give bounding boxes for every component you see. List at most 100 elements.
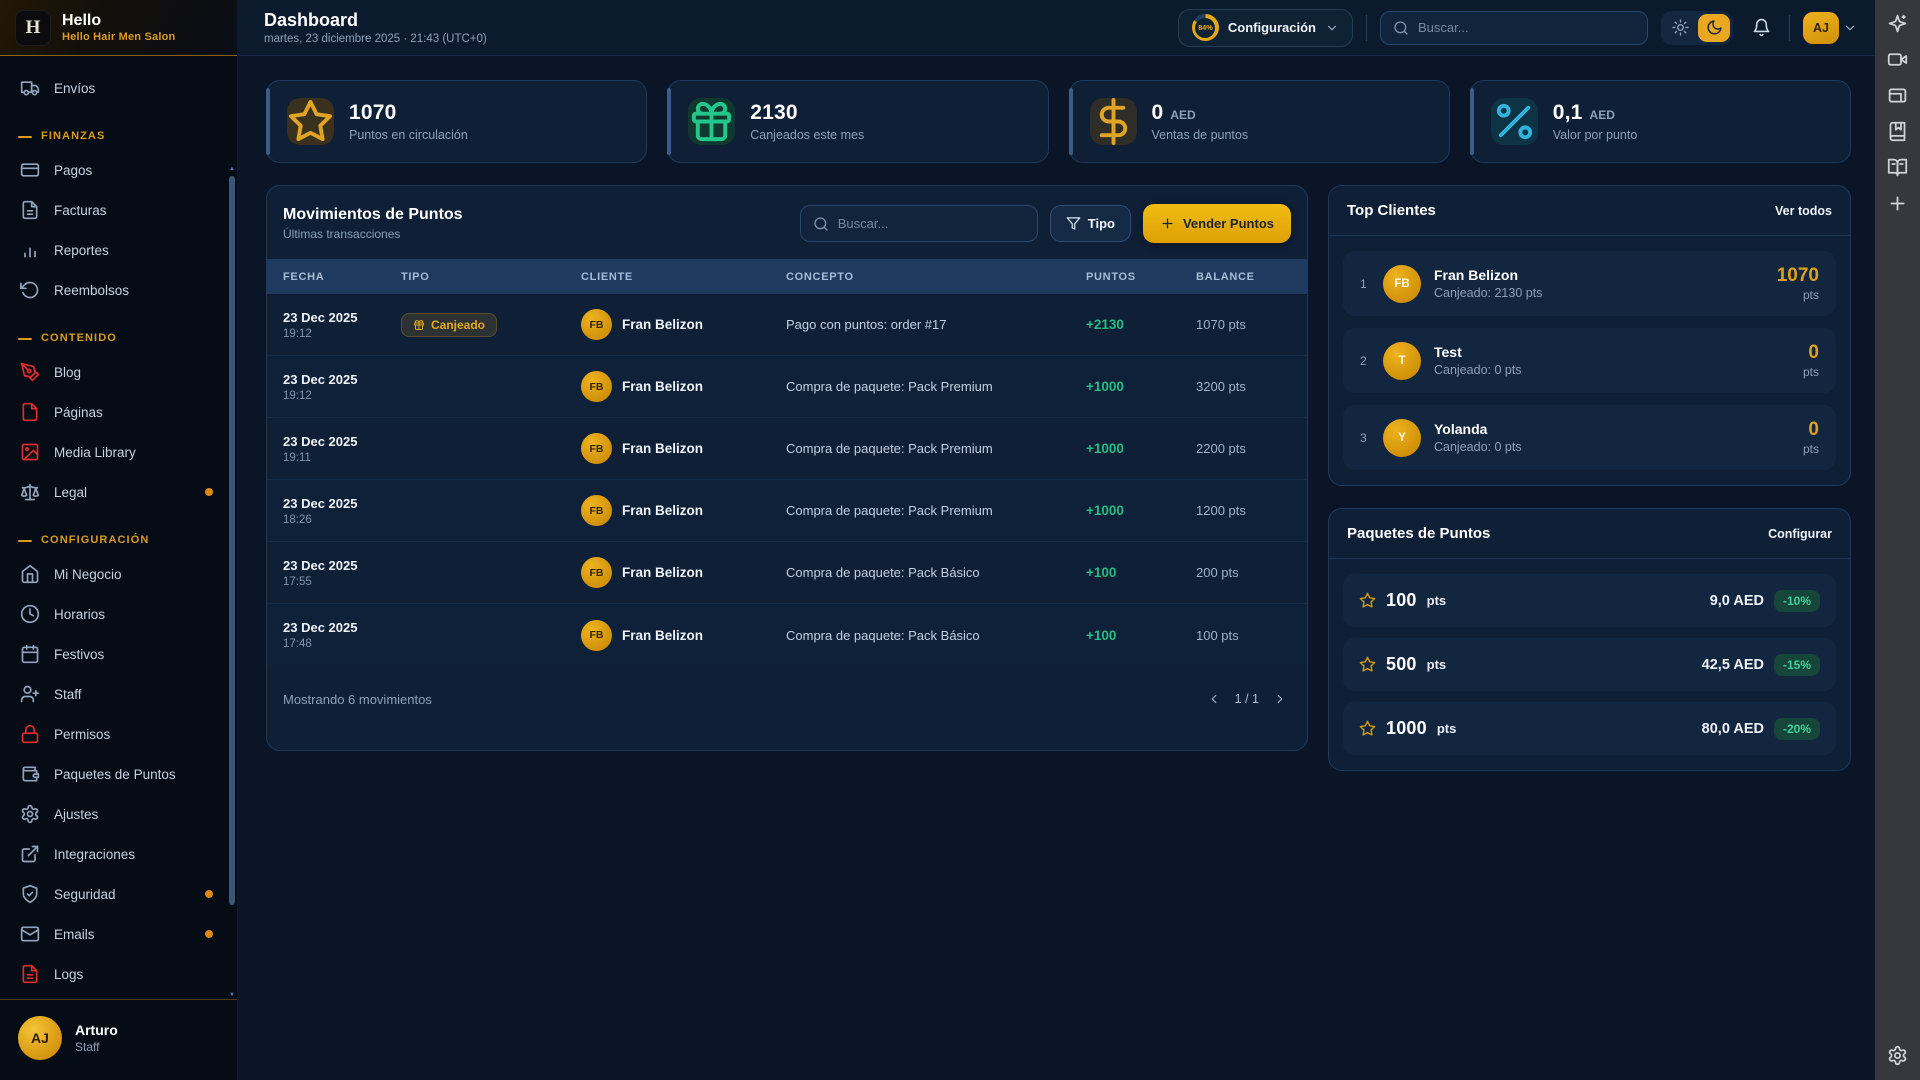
main-area: Dashboard martes, 23 diciembre 2025 · 21…: [238, 0, 1875, 1080]
progress-value: 84%: [1195, 18, 1215, 38]
sidebar-item[interactable]: Mi Negocio: [0, 554, 237, 594]
sidebar-item[interactable]: Media Library: [0, 432, 237, 472]
star-icon: [1359, 592, 1376, 609]
row-time: 19:11: [283, 452, 401, 464]
search-icon: [813, 216, 829, 232]
sidebar-item[interactable]: Horarios: [0, 594, 237, 634]
top-clients-panel: Top Clientes Ver todos 1 FB Fran Belizon…: [1328, 185, 1851, 486]
gear-icon[interactable]: [1887, 1045, 1908, 1066]
stat-label: Puntos en circulación: [349, 128, 468, 142]
tipo-filter-button[interactable]: Tipo: [1050, 205, 1131, 242]
light-mode-button[interactable]: [1664, 14, 1696, 42]
prev-page-button[interactable]: [1203, 688, 1225, 710]
client-avatar: FB: [581, 433, 612, 464]
row-date: 23 Dec 2025: [283, 558, 401, 573]
sidebar-item[interactable]: Pagos: [0, 150, 237, 190]
sidebar-item[interactable]: Festivos: [0, 634, 237, 674]
configuracion-button[interactable]: 84% Configuración: [1178, 9, 1353, 47]
package-item[interactable]: 100 pts 9,0 AED -10%: [1343, 574, 1836, 627]
scroll-up-icon[interactable]: ▲: [228, 166, 236, 172]
package-item[interactable]: 1000 pts 80,0 AED -20%: [1343, 702, 1836, 755]
book-bookmark-icon[interactable]: [1887, 121, 1908, 142]
search-input[interactable]: [1418, 20, 1635, 35]
table-row[interactable]: 23 Dec 2025 19:12 Canjeado FB Fran Beliz…: [267, 294, 1307, 356]
client-avatar: FB: [581, 309, 612, 340]
client-list-item[interactable]: 2 T Test Canjeado: 0 pts 0 pts: [1343, 328, 1836, 393]
video-icon[interactable]: [1887, 49, 1908, 70]
user-menu[interactable]: AJ: [1803, 12, 1857, 44]
sidebar-item[interactable]: Reembolsos: [0, 270, 237, 310]
sidebar-item[interactable]: Reportes: [0, 230, 237, 270]
client-list-item[interactable]: 1 FB Fran Belizon Canjeado: 2130 pts 107…: [1343, 251, 1836, 316]
sidebar-item[interactable]: Logs: [0, 954, 237, 994]
global-search[interactable]: [1380, 11, 1648, 45]
credit-card-icon: [20, 160, 40, 180]
sidebar-item[interactable]: Blog: [0, 352, 237, 392]
chevron-right-icon: [1273, 692, 1287, 706]
sidebar-item[interactable]: Facturas: [0, 190, 237, 230]
row-concept: Compra de paquete: Pack Premium: [786, 379, 1086, 394]
table-row[interactable]: 23 Dec 2025 17:48 FB Fran Belizon: [267, 604, 1307, 666]
sidebar-item[interactable]: Integraciones: [0, 834, 237, 874]
client-points-unit: pts: [1777, 288, 1819, 302]
sidebar-section-label: Configuración: [0, 512, 237, 554]
sidebar-item[interactable]: Envíos: [0, 68, 237, 108]
sidebar-item[interactable]: Emails: [0, 914, 237, 954]
sidebar-item[interactable]: Páginas: [0, 392, 237, 432]
client-list-item[interactable]: 3 Y Yolanda Canjeado: 0 pts 0 pts: [1343, 405, 1836, 470]
table-row[interactable]: 23 Dec 2025 18:26 FB Fran Belizon: [267, 480, 1307, 542]
sidebar: H Hello Hello Hair Men Salon Envíos Enví…: [0, 0, 238, 1080]
row-balance: 2200 pts: [1196, 441, 1291, 456]
sidebar-item[interactable]: Paquetes de Puntos: [0, 754, 237, 794]
sidebar-item[interactable]: Seguridad: [0, 874, 237, 914]
table-row[interactable]: 23 Dec 2025 17:55 FB Fran Belizon: [267, 542, 1307, 604]
movements-search[interactable]: [800, 205, 1038, 242]
movements-title: Movimientos de Puntos: [283, 206, 463, 224]
shield-check-icon: [20, 884, 40, 904]
sidebar-item[interactable]: Ajustes: [0, 794, 237, 834]
avatar: AJ: [18, 1016, 62, 1060]
client-avatar: T: [1383, 342, 1421, 380]
configurar-link[interactable]: Configurar: [1768, 527, 1832, 541]
top-clients-list: 1 FB Fran Belizon Canjeado: 2130 pts 107…: [1329, 236, 1850, 485]
client-avatar: FB: [1383, 265, 1421, 303]
ver-todos-link[interactable]: Ver todos: [1775, 204, 1832, 218]
sidebar-scrollbar[interactable]: ▲ ▼: [228, 168, 236, 996]
table-row[interactable]: 23 Dec 2025 19:11 FB Fran Belizon: [267, 418, 1307, 480]
sparkles-icon[interactable]: [1887, 13, 1908, 34]
package-item[interactable]: 500 pts 42,5 AED -15%: [1343, 638, 1836, 691]
row-balance: 100 pts: [1196, 628, 1291, 643]
sidebar-user-card[interactable]: AJ Arturo Staff: [0, 999, 237, 1080]
scrollbar-thumb[interactable]: [229, 176, 235, 905]
movements-search-input[interactable]: [838, 216, 1025, 231]
book-open-icon[interactable]: [1887, 157, 1908, 178]
dark-mode-button[interactable]: [1698, 14, 1730, 42]
scroll-down-icon[interactable]: ▼: [228, 992, 236, 998]
page-title: Dashboard: [264, 10, 487, 32]
client-name: Yolanda: [1434, 421, 1522, 437]
sidebar-brand: H Hello Hello Hair Men Salon: [0, 0, 237, 56]
notification-dot: [205, 890, 213, 898]
row-points: +2130: [1086, 317, 1196, 332]
sidebar-item[interactable]: Staff: [0, 674, 237, 714]
sidebar-item[interactable]: Legal: [0, 472, 237, 512]
gift-icon: [413, 319, 425, 331]
client-points: 0: [1803, 342, 1819, 364]
theme-toggle: [1661, 11, 1733, 45]
stat-unit: AED: [1590, 108, 1615, 122]
sidebar-item[interactable]: Permisos: [0, 714, 237, 754]
table-row[interactable]: 23 Dec 2025 19:12 FB Fran Belizon: [267, 356, 1307, 418]
calendar-icon: [20, 644, 40, 664]
package-unit: pts: [1437, 721, 1457, 736]
avatar: AJ: [1803, 12, 1839, 44]
next-page-button[interactable]: [1269, 688, 1291, 710]
notification-dot: [205, 488, 213, 496]
wallet-card-icon[interactable]: [1887, 85, 1908, 106]
row-points: +1000: [1086, 379, 1196, 394]
vender-puntos-button[interactable]: Vender Puntos: [1143, 204, 1291, 243]
col-balance: Balance: [1196, 271, 1291, 283]
client-avatar: Y: [1383, 419, 1421, 457]
package-price: 80,0 AED: [1702, 721, 1764, 737]
notifications-button[interactable]: [1746, 13, 1776, 43]
plus-icon[interactable]: [1887, 193, 1908, 214]
